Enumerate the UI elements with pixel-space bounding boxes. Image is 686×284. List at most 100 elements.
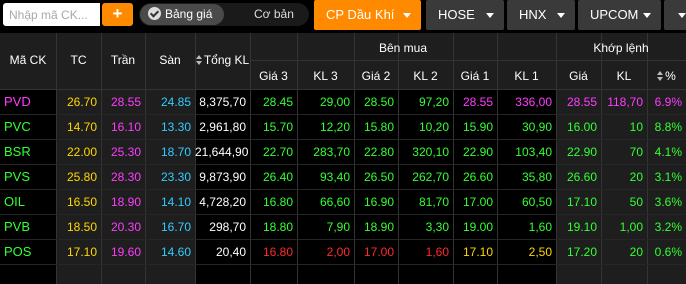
- ceiling-price-cell: 19.60: [110, 245, 141, 259]
- symbol-cell[interactable]: PVC: [0, 115, 56, 139]
- buy-volume-1-cell: 2,50: [528, 245, 552, 259]
- toggle-basic[interactable]: Cơ bản: [254, 4, 294, 25]
- table-row[interactable]: OIL 16.50 18.90 14.10 4,728,20 16.80 66,60 16.9…: [0, 190, 686, 215]
- buy-price-3-cell: 15.70: [262, 120, 293, 134]
- buy-volume-3-cell: 66,60: [319, 195, 350, 209]
- symbol-cell[interactable]: OIL: [0, 190, 56, 214]
- col-total-volume[interactable]: Tổng KL: [195, 53, 250, 67]
- tab-upcom-label: UPCOM: [590, 7, 639, 22]
- total-volume-cell: 8,375,70: [199, 95, 246, 109]
- buy-volume-2-cell: 3,30: [425, 220, 449, 234]
- table-row[interactable]: POS 17.10 19.60 14.60 20,40 16.80 2,00 17.00 1,6…: [0, 240, 686, 265]
- buy-price-2-cell: 16.90: [363, 195, 394, 209]
- col-volume-1[interactable]: KL 1: [497, 69, 556, 83]
- ref-price-cell: 25.80: [66, 170, 97, 184]
- col-price-1[interactable]: Giá 1: [453, 69, 497, 83]
- chevron-down-icon: [678, 13, 686, 18]
- buy-volume-2-cell: 81,70: [418, 195, 449, 209]
- symbol-cell[interactable]: PVD: [0, 90, 56, 114]
- match-percent-cell: 0.6%: [654, 245, 682, 259]
- buy-price-1-cell: 28.55: [462, 95, 493, 109]
- match-volume-cell: 50: [629, 195, 643, 209]
- sort-icon: [657, 71, 664, 81]
- ceiling-price-cell: 25.30: [110, 145, 141, 159]
- buy-volume-2-cell: 262,70: [412, 170, 449, 184]
- total-volume-cell: 2,961,80: [199, 120, 246, 134]
- add-symbol-button[interactable]: +: [102, 3, 133, 26]
- col-price-2[interactable]: Giá 2: [354, 69, 398, 83]
- buy-volume-3-cell: 12,20: [319, 120, 350, 134]
- ref-price-cell: 18.50: [66, 220, 97, 234]
- buy-volume-2-cell: 1,60: [425, 245, 449, 259]
- floor-price-cell: 23.30: [160, 170, 191, 184]
- total-volume-cell: 9,873,90: [199, 170, 246, 184]
- col-volume-2[interactable]: KL 2: [398, 69, 453, 83]
- symbol-search-input[interactable]: [3, 3, 100, 26]
- tab-oil-gas[interactable]: CP Dầu Khí: [314, 0, 421, 30]
- col-ref[interactable]: TC: [56, 53, 101, 67]
- buy-volume-3-cell: 29,00: [319, 95, 350, 109]
- ceiling-price-cell: 18.90: [110, 195, 141, 209]
- toggle-price-board[interactable]: Bảng giá: [140, 4, 224, 25]
- table-row[interactable]: BSR 22.00 25.30 18.70 21,644,90 22.70 283,70 22…: [0, 140, 686, 165]
- toolbar: + Bảng giá Cơ bản CP Dầu Khí HOSE HNX UP…: [0, 0, 686, 32]
- tab-hose[interactable]: HOSE: [426, 0, 504, 30]
- buy-volume-1-cell: 30,90: [521, 120, 552, 134]
- buy-price-2-cell: 18.90: [363, 220, 394, 234]
- check-icon: [148, 7, 161, 20]
- match-volume-cell: 118,70: [607, 95, 643, 109]
- match-price-cell: 22.90: [566, 145, 597, 159]
- col-match-volume[interactable]: KL: [601, 69, 647, 83]
- table-row[interactable]: PVB 18.50 20.30 16.70 298,70 18.80 7,90 18.90 3,…: [0, 215, 686, 240]
- buy-price-3-cell: 16.80: [262, 195, 293, 209]
- buy-price-3-cell: 22.70: [262, 145, 293, 159]
- total-volume-cell: 21,644,90: [195, 145, 249, 159]
- floor-price-cell: 16.70: [160, 220, 191, 234]
- col-floor[interactable]: Sàn: [145, 53, 195, 67]
- tab-upcom[interactable]: UPCOM: [578, 0, 661, 30]
- buy-price-3-cell: 26.40: [262, 170, 293, 184]
- symbol-cell[interactable]: PVB: [0, 215, 56, 239]
- ref-price-cell: 16.50: [66, 195, 97, 209]
- symbol-cell[interactable]: POS: [0, 240, 56, 264]
- col-volume-3[interactable]: KL 3: [297, 69, 354, 83]
- match-volume-cell: 10: [629, 120, 643, 134]
- buy-price-1-cell: 17.00: [462, 195, 493, 209]
- ceiling-price-cell: 16.10: [110, 120, 141, 134]
- match-percent-cell: 3.2%: [654, 220, 682, 234]
- table-row[interactable]: PVC 14.70 16.10 13.30 2,961,80 15.70 12,20 15.8…: [0, 115, 686, 140]
- col-ceil[interactable]: Trần: [101, 53, 145, 67]
- floor-price-cell: 13.30: [160, 120, 191, 134]
- buy-volume-3-cell: 283,70: [313, 145, 350, 159]
- price-board-table: Mã CK TC Trần Sàn Tổng KL Bên mua Khớp l…: [0, 33, 686, 284]
- buy-volume-2-cell: 97,20: [418, 95, 449, 109]
- buy-volume-1-cell: 103,40: [515, 145, 552, 159]
- chevron-down-icon: [486, 13, 494, 18]
- group-matched: Khớp lệnh: [593, 41, 649, 55]
- table-row[interactable]: PVS 25.80 28.30 23.30 9,873,90 26.40 93,40 26.5…: [0, 165, 686, 190]
- table-row[interactable]: PVD 26.70 28.55 24.85 8,375,70 28.45 29,00 28.5…: [0, 90, 686, 115]
- buy-price-2-cell: 22.80: [363, 145, 394, 159]
- col-symbol[interactable]: Mã CK: [0, 53, 56, 67]
- col-price-3[interactable]: Giá 3: [250, 69, 297, 83]
- tab-more[interactable]: [664, 0, 686, 30]
- tab-hnx[interactable]: HNX: [507, 0, 575, 30]
- col-total-volume-label: Tổng KL: [203, 53, 250, 67]
- match-price-cell: 28.55: [566, 95, 597, 109]
- col-match-price[interactable]: Giá: [556, 69, 601, 83]
- buy-volume-3-cell: 7,90: [326, 220, 350, 234]
- symbol-cell[interactable]: BSR: [0, 140, 56, 164]
- buy-volume-1-cell: 60,50: [521, 195, 552, 209]
- col-percent[interactable]: %: [647, 69, 686, 83]
- match-price-cell: 17.10: [566, 195, 597, 209]
- group-buy-side: Bên mua: [378, 41, 428, 55]
- match-volume-cell: 1,00: [619, 220, 643, 234]
- symbol-cell[interactable]: PVS: [0, 165, 56, 189]
- buy-price-1-cell: 26.60: [462, 170, 493, 184]
- buy-price-1-cell: 15.90: [462, 120, 493, 134]
- match-percent-cell: 4.1%: [654, 145, 682, 159]
- ref-price-cell: 14.70: [66, 120, 97, 134]
- buy-price-2-cell: 26.50: [363, 170, 394, 184]
- match-volume-cell: 20: [629, 245, 643, 259]
- tab-hose-label: HOSE: [438, 7, 475, 22]
